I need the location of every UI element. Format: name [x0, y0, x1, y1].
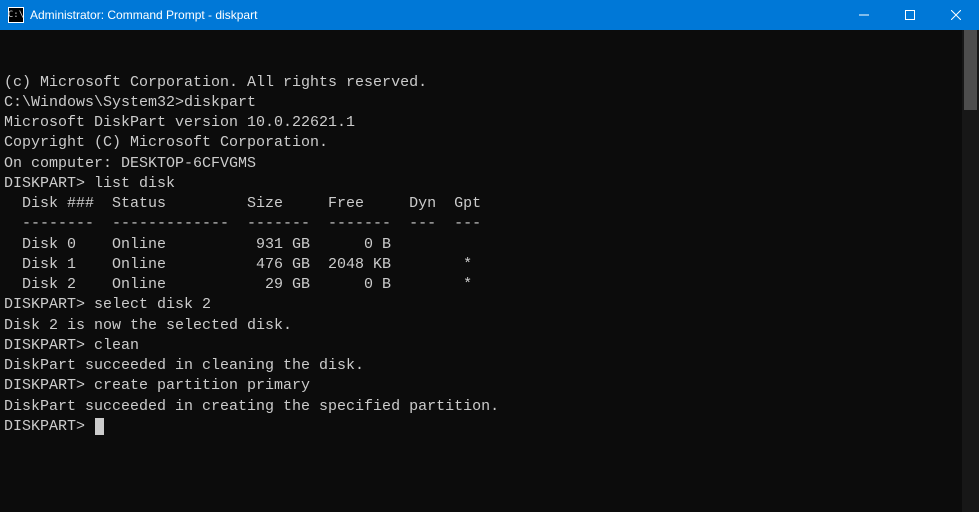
- terminal-line: DISKPART> list disk: [4, 174, 975, 194]
- terminal-line: C:\Windows\System32>diskpart: [4, 93, 975, 113]
- terminal-line: DiskPart succeeded in creating the speci…: [4, 397, 975, 417]
- titlebar[interactable]: C:\ Administrator: Command Prompt - disk…: [0, 0, 979, 30]
- terminal-line: Microsoft DiskPart version 10.0.22621.1: [4, 113, 975, 133]
- terminal-line: DISKPART> clean: [4, 336, 975, 356]
- terminal-line: On computer: DESKTOP-6CFVGMS: [4, 154, 975, 174]
- terminal-line: (c) Microsoft Corporation. All rights re…: [4, 73, 975, 93]
- terminal-line: DISKPART> create partition primary: [4, 376, 975, 396]
- minimize-button[interactable]: [841, 0, 887, 30]
- terminal-line: Disk ### Status Size Free Dyn Gpt: [4, 194, 975, 214]
- window-title: Administrator: Command Prompt - diskpart: [30, 8, 257, 22]
- close-icon: [951, 10, 961, 20]
- terminal-line: DISKPART> select disk 2: [4, 295, 975, 315]
- terminal-line: Disk 1 Online 476 GB 2048 KB *: [4, 255, 975, 275]
- terminal-line: Disk 2 Online 29 GB 0 B *: [4, 275, 975, 295]
- terminal-line: DISKPART>: [4, 417, 975, 437]
- cmd-icon: C:\: [8, 7, 24, 23]
- terminal-line: Copyright (C) Microsoft Corporation.: [4, 133, 975, 153]
- close-button[interactable]: [933, 0, 979, 30]
- scrollbar-thumb[interactable]: [964, 30, 977, 110]
- cmd-icon-label: C:\: [8, 11, 24, 20]
- terminal-line: Disk 2 is now the selected disk.: [4, 316, 975, 336]
- terminal-line: DiskPart succeeded in cleaning the disk.: [4, 356, 975, 376]
- terminal-line: -------- ------------- ------- ------- -…: [4, 214, 975, 234]
- terminal-area[interactable]: (c) Microsoft Corporation. All rights re…: [0, 30, 979, 512]
- terminal-output: (c) Microsoft Corporation. All rights re…: [4, 73, 975, 438]
- minimize-icon: [859, 10, 869, 20]
- vertical-scrollbar[interactable]: [962, 30, 979, 512]
- maximize-icon: [905, 10, 915, 20]
- terminal-line: Disk 0 Online 931 GB 0 B: [4, 235, 975, 255]
- caret: [95, 418, 104, 435]
- maximize-button[interactable]: [887, 0, 933, 30]
